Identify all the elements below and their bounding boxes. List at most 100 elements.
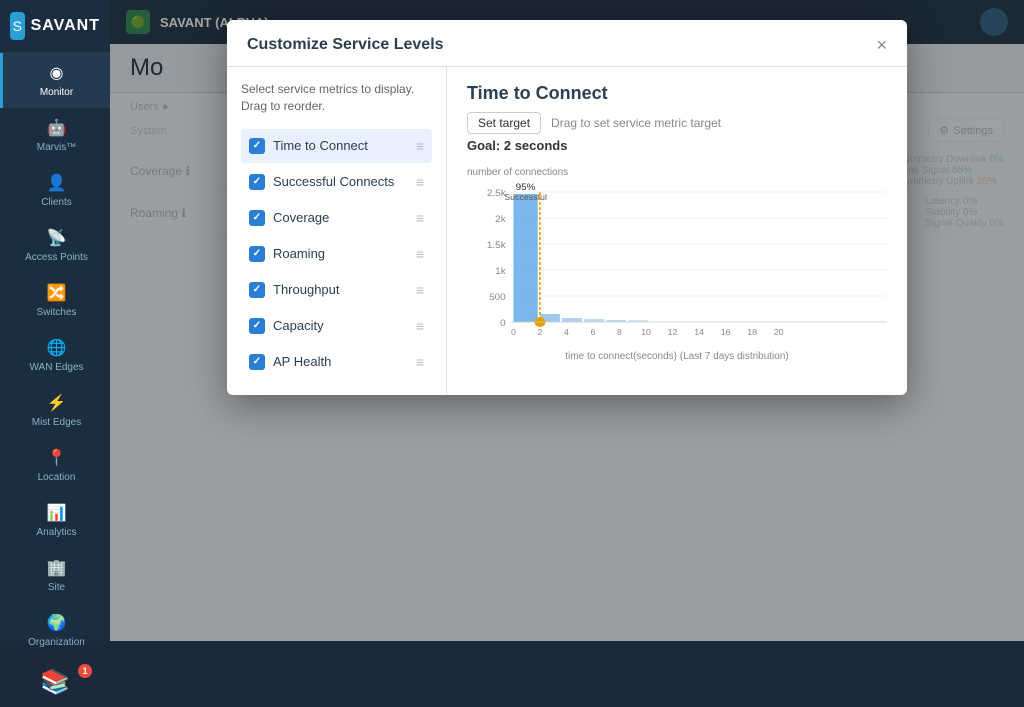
- sidebar-item-marvis[interactable]: 🤖 Marvis™: [0, 108, 110, 163]
- svg-text:0: 0: [511, 327, 516, 336]
- sidebar-item-label: Location: [38, 472, 76, 483]
- metric-checkbox-successful-connects[interactable]: [249, 174, 265, 190]
- switches-icon: 🔀: [47, 283, 67, 303]
- metric-label-capacity: Capacity: [273, 318, 408, 333]
- chart-svg: 2.5k 2k 1.5k 1k 500 0: [467, 182, 887, 342]
- clients-icon: 👤: [47, 173, 67, 193]
- metric-checkbox-roaming[interactable]: [249, 246, 265, 262]
- customize-modal: Customize Service Levels × Select servic…: [227, 20, 907, 395]
- metric-label-roaming: Roaming: [273, 246, 408, 261]
- sidebar-item-label: Organization: [28, 637, 85, 648]
- metric-checkbox-coverage[interactable]: [249, 210, 265, 226]
- set-target-row: Set target Drag to set service metric ta…: [467, 112, 887, 134]
- sidebar-item-monitor[interactable]: ◉ Monitor: [0, 53, 110, 108]
- metric-label-successful-connects: Successful Connects: [273, 174, 408, 189]
- svg-text:14: 14: [694, 327, 704, 336]
- svg-text:2.5k: 2.5k: [487, 188, 506, 198]
- sidebar-item-site[interactable]: 🏢 Site: [0, 548, 110, 603]
- svg-text:12: 12: [668, 327, 678, 336]
- sidebar-item-location[interactable]: 📍 Location: [0, 438, 110, 493]
- mist-edges-icon: ⚡: [47, 393, 67, 413]
- notification-area[interactable]: 📚 1: [0, 658, 110, 707]
- goal-text: Goal: 2 seconds: [467, 138, 887, 153]
- sidebar-item-label: Marvis™: [37, 142, 76, 153]
- sidebar-item-label: WAN Edges: [29, 362, 83, 373]
- sidebar-item-label: Access Points: [25, 252, 88, 263]
- modal-header: Customize Service Levels ×: [227, 20, 907, 67]
- drag-handle-roaming[interactable]: ≡: [416, 246, 424, 262]
- analytics-icon: 📊: [47, 503, 67, 523]
- svg-text:10: 10: [641, 327, 651, 336]
- drag-handle-throughput[interactable]: ≡: [416, 282, 424, 298]
- sidebar-item-switches[interactable]: 🔀 Switches: [0, 273, 110, 328]
- goal-value: 2 seconds: [504, 138, 568, 153]
- app-logo: S SAVANT: [0, 0, 110, 53]
- modal-title: Customize Service Levels: [247, 36, 444, 54]
- organization-icon: 🌍: [47, 613, 67, 633]
- metric-item-throughput[interactable]: Throughput ≡: [241, 273, 432, 307]
- sidebar-item-access-points[interactable]: 📡 Access Points: [0, 218, 110, 273]
- notification-badge: 1: [78, 664, 92, 678]
- modal-description: Select service metrics to display. Drag …: [241, 81, 432, 115]
- svg-text:16: 16: [721, 327, 731, 336]
- metric-label-coverage: Coverage: [273, 210, 408, 225]
- drag-handle-successful-connects[interactable]: ≡: [416, 174, 424, 190]
- sidebar-item-clients[interactable]: 👤 Clients: [0, 163, 110, 218]
- drag-handle-time-to-connect[interactable]: ≡: [416, 138, 424, 154]
- drag-handle-capacity[interactable]: ≡: [416, 318, 424, 334]
- sidebar-item-label: Switches: [36, 307, 76, 318]
- set-target-description: Drag to set service metric target: [551, 116, 721, 130]
- sidebar-item-wan-edges[interactable]: 🌐 WAN Edges: [0, 328, 110, 383]
- svg-text:500: 500: [489, 292, 506, 302]
- svg-text:4: 4: [564, 327, 569, 336]
- site-icon: 🏢: [47, 558, 67, 578]
- metric-label-throughput: Throughput: [273, 282, 408, 297]
- monitor-icon: ◉: [50, 63, 64, 83]
- metric-label-time-to-connect: Time to Connect: [273, 138, 408, 153]
- sidebar-item-label: Clients: [41, 197, 72, 208]
- metric-item-roaming[interactable]: Roaming ≡: [241, 237, 432, 271]
- metric-checkbox-capacity[interactable]: [249, 318, 265, 334]
- svg-text:20: 20: [774, 327, 784, 336]
- metric-item-ap-health[interactable]: AP Health ≡: [241, 345, 432, 379]
- chart-x-label: time to connect(seconds) (Last 7 days di…: [467, 351, 887, 362]
- chart-y-label: number of connections: [467, 167, 887, 178]
- access-points-icon: 📡: [47, 228, 67, 248]
- drag-handle-coverage[interactable]: ≡: [416, 210, 424, 226]
- sidebar-item-mist-edges[interactable]: ⚡ Mist Edges: [0, 383, 110, 438]
- metric-checkbox-throughput[interactable]: [249, 282, 265, 298]
- svg-text:8: 8: [617, 327, 622, 336]
- metric-item-time-to-connect[interactable]: Time to Connect ≡: [241, 129, 432, 163]
- time-to-connect-chart: number of connections 2.5k 2k: [467, 167, 887, 362]
- location-icon: 📍: [47, 448, 67, 468]
- drag-handle-ap-health[interactable]: ≡: [416, 354, 424, 370]
- svg-text:1.5k: 1.5k: [487, 240, 506, 250]
- sidebar-item-label: Site: [48, 582, 65, 593]
- wan-edges-icon: 🌐: [47, 338, 67, 358]
- modal-close-button[interactable]: ×: [876, 36, 887, 54]
- sidebar-item-analytics[interactable]: 📊 Analytics: [0, 493, 110, 548]
- metric-label-ap-health: AP Health: [273, 354, 408, 369]
- svg-text:0: 0: [500, 318, 506, 328]
- sidebar-item-label: Mist Edges: [32, 417, 81, 428]
- metric-item-successful-connects[interactable]: Successful Connects ≡: [241, 165, 432, 199]
- main-content: 🟢 SAVANT (ALPHA) Mo Users ● System ⚙ Set…: [110, 0, 1024, 641]
- metric-item-coverage[interactable]: Coverage ≡: [241, 201, 432, 235]
- svg-text:95%: 95%: [516, 182, 536, 192]
- modal-body: Select service metrics to display. Drag …: [227, 67, 907, 395]
- sidebar-bottom: 📚 1: [0, 658, 110, 707]
- svg-text:2: 2: [537, 327, 542, 336]
- metric-checkbox-time-to-connect[interactable]: [249, 138, 265, 154]
- metric-list-panel: Select service metrics to display. Drag …: [227, 67, 447, 395]
- set-target-button[interactable]: Set target: [467, 112, 541, 134]
- sidebar-item-organization[interactable]: 🌍 Organization: [0, 603, 110, 658]
- sidebar: S SAVANT ◉ Monitor 🤖 Marvis™ 👤 Clients 📡…: [0, 0, 110, 641]
- metric-item-capacity[interactable]: Capacity ≡: [241, 309, 432, 343]
- sidebar-item-label: Monitor: [40, 87, 73, 98]
- metric-detail-title: Time to Connect: [467, 83, 887, 104]
- metric-detail-panel: Time to Connect Set target Drag to set s…: [447, 67, 907, 395]
- goal-label: Goal:: [467, 138, 500, 153]
- svg-text:2k: 2k: [495, 214, 506, 224]
- app-name: SAVANT: [31, 17, 100, 35]
- metric-checkbox-ap-health[interactable]: [249, 354, 265, 370]
